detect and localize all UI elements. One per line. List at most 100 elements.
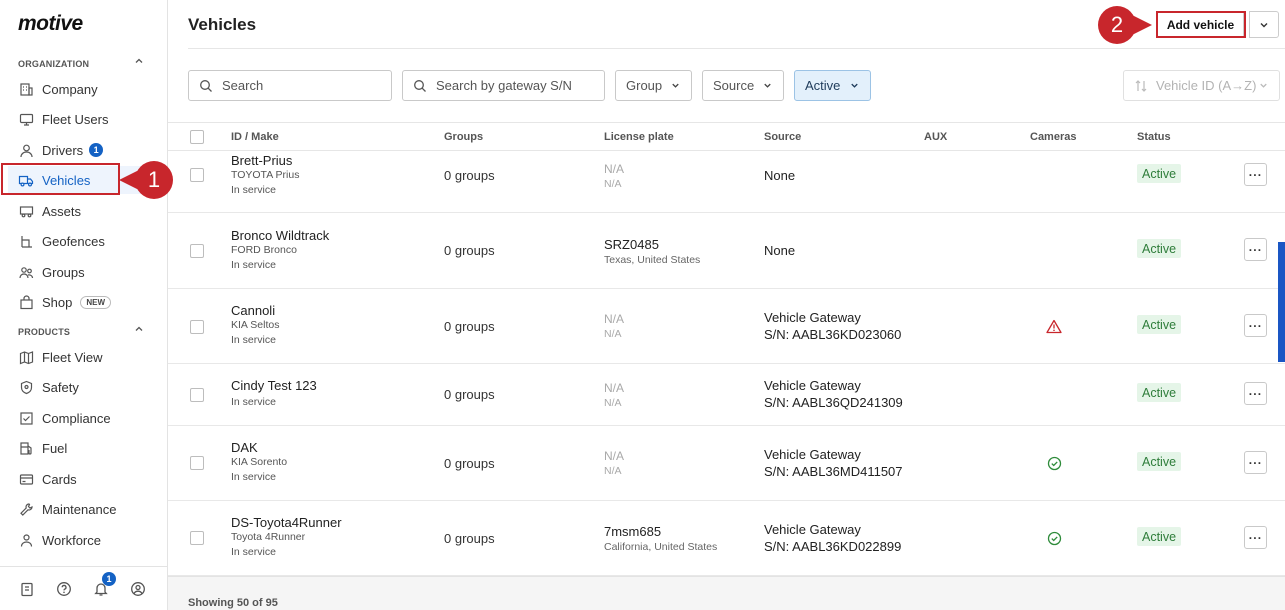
sort-dropdown[interactable]: Vehicle ID (A→Z) [1123, 70, 1280, 101]
sidebar-item-label: Fleet Users [42, 111, 109, 127]
row-checkbox[interactable] [190, 320, 204, 334]
page-title: Vehicles [188, 15, 257, 34]
table-header: ID / Make Groups License plate Source AU… [168, 122, 1285, 151]
vehicle-name[interactable]: DAK [231, 440, 287, 455]
column-header-source[interactable]: Source [764, 131, 801, 143]
status-badge: Active [1137, 527, 1182, 546]
sidebar-item-label: Company [42, 81, 98, 97]
sort-icon [1135, 79, 1147, 92]
column-header-id-make[interactable]: ID / Make [231, 131, 279, 143]
sidebar-item-label: Fuel [42, 440, 68, 456]
column-header-status[interactable]: Status [1137, 131, 1171, 143]
account-icon[interactable] [129, 580, 147, 598]
divider [188, 48, 1285, 49]
groups-count: 0 groups [444, 531, 495, 546]
license-plate: SRZ0485 [604, 237, 659, 252]
source: None [764, 243, 796, 258]
more-options-button[interactable]: ··· [1244, 451, 1267, 474]
sidebar-item-company[interactable]: Company [8, 75, 159, 103]
row-checkbox[interactable] [190, 244, 204, 258]
sidebar-item-fleet-view[interactable]: Fleet View [8, 343, 159, 371]
chevron-down-icon [851, 83, 858, 88]
sidebar-item-label: Maintenance [42, 501, 117, 517]
chevron-up-icon[interactable] [134, 56, 144, 69]
sidebar-item-label: Cards [42, 471, 77, 487]
select-all-checkbox[interactable] [190, 130, 204, 144]
table-row[interactable]: Cannoli KIA Seltos In service 0 groups N… [168, 289, 1285, 364]
more-options-button[interactable]: ··· [1244, 238, 1267, 261]
table-row[interactable]: DS-Toyota4Runner Toyota 4Runner In servi… [168, 501, 1285, 576]
sidebar-item-workforce[interactable]: Workforce [8, 526, 159, 554]
sidebar-item-label: Safety [42, 379, 79, 395]
sidebar-item-geofences[interactable]: Geofences [8, 227, 159, 255]
sidebar-item-fleet-users[interactable]: Fleet Users [8, 105, 159, 133]
row-checkbox[interactable] [190, 531, 204, 545]
vehicle-make: Toyota 4Runner [231, 531, 306, 543]
source-serial: S/N: AABL36KD022899 [764, 539, 902, 554]
sidebar-item-maintenance[interactable]: Maintenance [8, 495, 159, 523]
column-header-cameras[interactable]: Cameras [1030, 131, 1076, 143]
license-plate: N/A [604, 449, 625, 463]
sidebar-item-shop[interactable]: Shop NEW [8, 288, 159, 316]
callout-number: 1 [135, 161, 173, 199]
sidebar-item-groups[interactable]: Groups [8, 258, 159, 286]
status-badge: Active [1137, 164, 1182, 183]
column-header-aux[interactable]: AUX [924, 131, 947, 143]
help-icon[interactable] [55, 580, 73, 598]
chevron-up-icon[interactable] [134, 324, 144, 337]
chevron-down-icon [672, 83, 679, 88]
vehicle-name[interactable]: Cannoli [231, 303, 279, 318]
app: motive ORGANIZATION Company Fleet Users … [0, 0, 1285, 610]
table-row[interactable]: DAK KIA Sorento In service 0 groups N/A … [168, 426, 1285, 501]
vehicle-name[interactable]: Cindy Test 123 [231, 378, 317, 393]
gateway-search-input[interactable]: Search by gateway S/N [402, 70, 605, 101]
clipboard-icon[interactable] [18, 580, 36, 598]
source-filter-dropdown[interactable]: Source [702, 70, 784, 101]
sidebar-item-label: Compliance [42, 410, 111, 426]
row-checkbox[interactable] [190, 456, 204, 470]
column-header-license-plate[interactable]: License plate [604, 131, 674, 143]
status-badge: Active [1137, 239, 1182, 258]
status-filter-dropdown[interactable]: Active [794, 70, 871, 101]
sidebar-item-fuel[interactable]: Fuel [8, 434, 159, 462]
vehicle-name[interactable]: Bronco Wildtrack [231, 228, 329, 243]
table-row[interactable]: Cindy Test 123 In service 0 groups N/A N… [168, 364, 1285, 426]
groups-count: 0 groups [444, 387, 495, 402]
sidebar-item-assets[interactable]: Assets [8, 197, 159, 225]
row-checkbox[interactable] [190, 168, 204, 182]
search-input[interactable]: Search [188, 70, 392, 101]
add-vehicle-menu-button[interactable] [1249, 11, 1279, 38]
table-row[interactable]: Bronco Wildtrack FORD Bronco In service … [168, 213, 1285, 289]
vehicle-name[interactable]: DS-Toyota4Runner [231, 515, 342, 530]
map-icon [18, 349, 34, 365]
groups-count: 0 groups [444, 243, 495, 258]
license-plate: 7msm685 [604, 524, 662, 539]
camera-ok-icon[interactable] [1047, 456, 1062, 476]
scrollbar-thumb[interactable] [1278, 242, 1285, 362]
sidebar-item-cards[interactable]: Cards [8, 465, 159, 493]
sidebar-item-safety[interactable]: Safety [8, 373, 159, 401]
callout-number: 2 [1098, 6, 1136, 44]
table-row[interactable]: Brett-Prius TOYOTA Prius In service 0 gr… [168, 151, 1285, 213]
callout-1: 1 [119, 160, 173, 200]
vehicle-name[interactable]: Brett-Prius [231, 153, 299, 168]
status-filter-label: Active [805, 78, 841, 93]
motive-logo[interactable]: motive [18, 12, 83, 36]
status-badge: Active [1137, 315, 1182, 334]
source: Vehicle Gateway [764, 522, 861, 537]
search-icon [199, 79, 213, 93]
more-options-button[interactable]: ··· [1244, 382, 1267, 405]
sidebar-item-compliance[interactable]: Compliance [8, 404, 159, 432]
trailer-icon [18, 203, 34, 219]
more-options-button[interactable]: ··· [1244, 314, 1267, 337]
more-options-button[interactable]: ··· [1244, 163, 1267, 186]
group-filter-dropdown[interactable]: Group [615, 70, 692, 101]
column-header-groups[interactable]: Groups [444, 131, 483, 143]
camera-warning-icon[interactable] [1046, 319, 1062, 339]
more-options-button[interactable]: ··· [1244, 526, 1267, 549]
camera-ok-icon[interactable] [1047, 531, 1062, 551]
compliance-icon [18, 410, 34, 426]
row-checkbox[interactable] [190, 388, 204, 402]
highlight-box-vehicles [1, 163, 120, 195]
callout-2: 2 [1098, 5, 1152, 45]
